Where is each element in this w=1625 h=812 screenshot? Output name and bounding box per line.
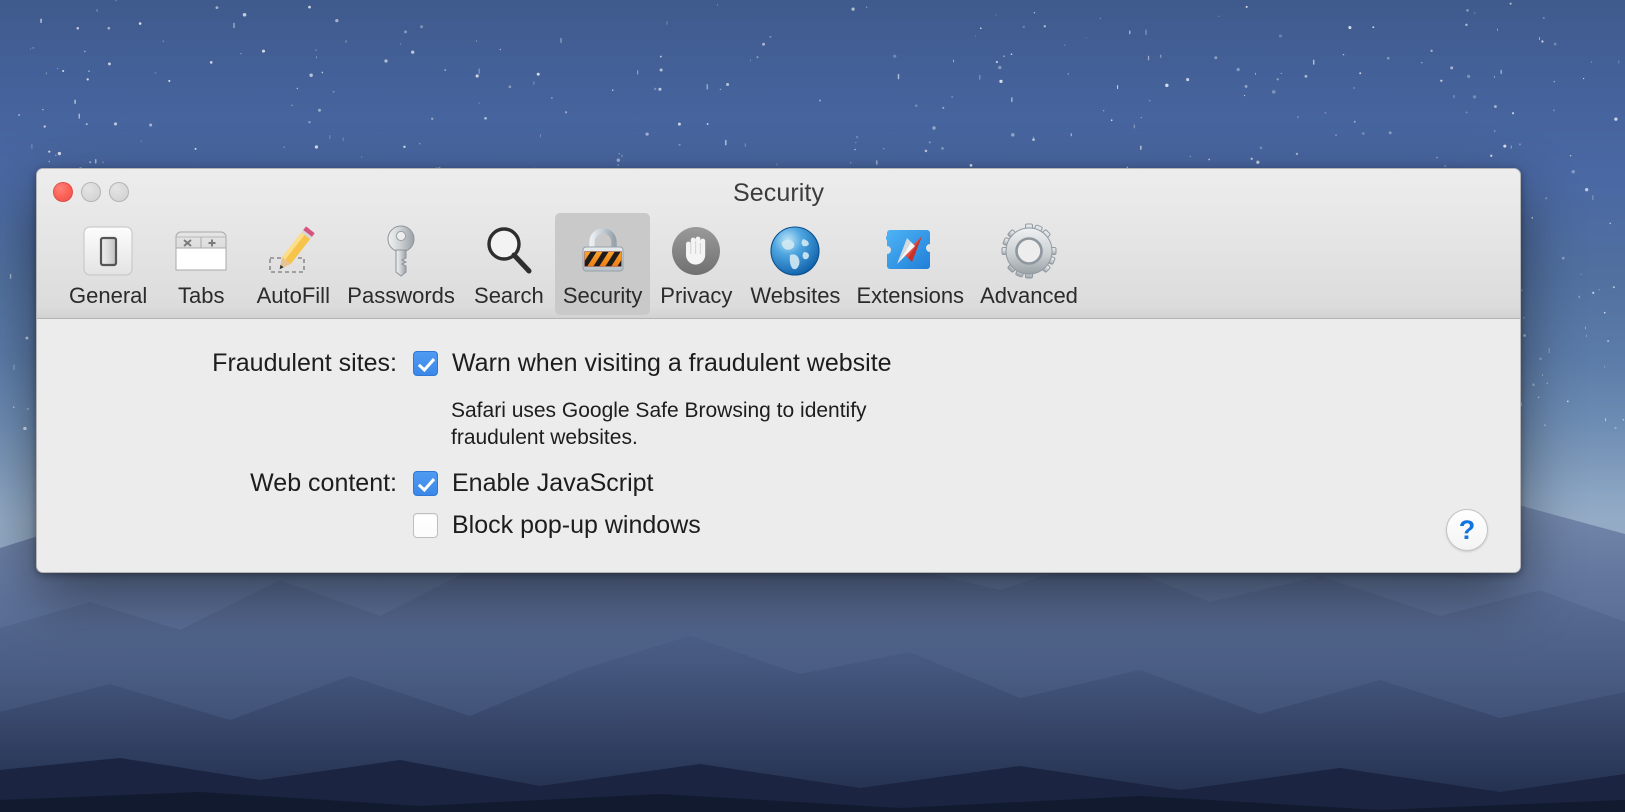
pencil-icon xyxy=(262,220,324,282)
block-popups-checkbox[interactable] xyxy=(413,513,438,538)
toolbar-item-label: Websites xyxy=(750,283,841,308)
toolbar-item-label: Advanced xyxy=(980,283,1078,308)
titlebar: Security xyxy=(37,169,1520,215)
help-button[interactable]: ? xyxy=(1446,509,1488,551)
padlock-icon xyxy=(572,220,634,282)
block-popups-label: Block pop-up windows xyxy=(452,511,701,539)
window-chrome: Security General Tabs AutoFill Passwords… xyxy=(37,169,1520,319)
enable-javascript-checkbox-group[interactable]: Enable JavaScript xyxy=(413,467,654,499)
gear-icon xyxy=(998,220,1060,282)
block-popups-row: Block pop-up windows xyxy=(413,509,701,541)
toolbar-item-privacy[interactable]: Privacy xyxy=(650,213,742,315)
puzzle-compass-icon xyxy=(879,220,941,282)
switch-icon xyxy=(77,220,139,282)
fraudulent-sites-row: Fraudulent sites: Warn when visiting a f… xyxy=(167,347,892,379)
magnifier-icon xyxy=(478,220,540,282)
toolbar-item-label: Passwords xyxy=(347,283,455,308)
web-content-row: Web content: Enable JavaScript xyxy=(167,467,654,499)
toolbar-item-label: Search xyxy=(474,283,544,308)
desktop-wallpaper: Security General Tabs AutoFill Passwords… xyxy=(0,0,1625,812)
toolbar-item-passwords[interactable]: Passwords xyxy=(339,213,463,315)
block-popups-checkbox-group[interactable]: Block pop-up windows xyxy=(413,509,701,541)
warn-fraudulent-checkbox[interactable] xyxy=(413,351,438,376)
toolbar-item-label: Privacy xyxy=(660,283,733,308)
fraudulent-sites-helper-text: Safari uses Google Safe Browsing to iden… xyxy=(451,399,867,449)
toolbar-item-label: Extensions xyxy=(856,283,965,308)
safari-preferences-window: Security General Tabs AutoFill Passwords… xyxy=(36,168,1521,573)
toolbar-item-security[interactable]: Security xyxy=(554,213,651,315)
fraudulent-sites-label: Fraudulent sites: xyxy=(212,349,397,377)
toolbar-item-general[interactable]: General xyxy=(61,213,155,315)
window-title: Security xyxy=(732,179,825,207)
toolbar-item-label: AutoFill xyxy=(256,283,330,308)
tabs-icon xyxy=(170,220,232,282)
preferences-toolbar: General Tabs AutoFill Passwords Search S… xyxy=(61,213,1086,315)
security-preferences-pane: Fraudulent sites: Warn when visiting a f… xyxy=(37,319,1520,572)
toolbar-item-autofill[interactable]: AutoFill xyxy=(247,213,339,315)
enable-javascript-checkbox[interactable] xyxy=(413,471,438,496)
warn-fraudulent-label: Warn when visiting a fraudulent website xyxy=(452,349,892,377)
globe-icon xyxy=(764,220,826,282)
toolbar-item-label: Security xyxy=(562,283,643,308)
warn-fraudulent-checkbox-group[interactable]: Warn when visiting a fraudulent website xyxy=(413,347,892,379)
toolbar-item-extensions[interactable]: Extensions xyxy=(848,213,972,315)
help-glyph: ? xyxy=(1458,514,1476,545)
toolbar-item-tabs[interactable]: Tabs xyxy=(155,213,247,315)
web-content-label: Web content: xyxy=(250,469,397,497)
toolbar-item-advanced[interactable]: Advanced xyxy=(972,213,1086,315)
toolbar-item-search[interactable]: Search xyxy=(463,213,555,315)
enable-javascript-label: Enable JavaScript xyxy=(452,469,654,497)
key-icon xyxy=(370,220,432,282)
toolbar-item-label: General xyxy=(69,283,148,308)
toolbar-item-label: Tabs xyxy=(178,283,225,308)
hand-icon xyxy=(665,220,727,282)
toolbar-item-websites[interactable]: Websites xyxy=(742,213,848,315)
